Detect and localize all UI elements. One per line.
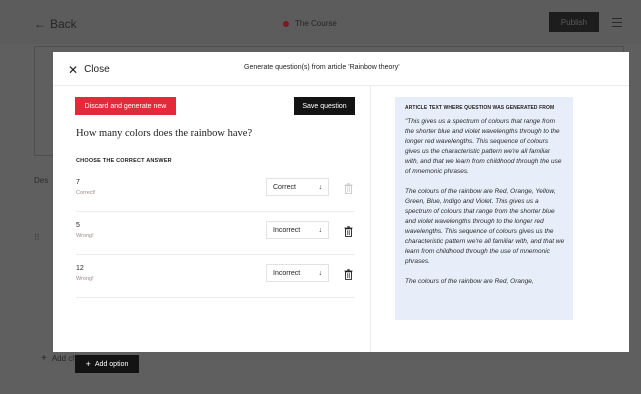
answer-status-value: Incorrect [273, 226, 301, 234]
answer-status-value: Correct [273, 183, 296, 191]
arrow-down-icon: ↓ [318, 183, 323, 191]
back-label: Back [50, 17, 77, 31]
description-label: Des [34, 176, 49, 185]
answer-status-select[interactable]: Incorrect ↓ [266, 264, 329, 282]
column-divider [370, 86, 371, 352]
plus-icon: + [41, 353, 47, 364]
article-paragraph: The colours of the rainbow are Red, Oran… [405, 278, 534, 285]
choose-answer-label: CHOOSE THE CORRECT ANSWER [76, 158, 172, 164]
answer-feedback[interactable]: Wrong! [76, 233, 94, 239]
answer-row: 12 Wrong! Incorrect ↓ [76, 255, 355, 298]
modal-header: ✕ Close Generate question(s) from articl… [53, 52, 629, 86]
discard-and-generate-button[interactable]: Discard and generate new [75, 97, 176, 115]
arrow-left-icon: ← [34, 17, 46, 31]
close-button[interactable]: ✕ Close [68, 62, 110, 77]
trash-icon[interactable] [344, 267, 353, 280]
drag-handle-icon[interactable]: ⠿ [34, 233, 40, 242]
answer-feedback[interactable]: Wrong! [76, 276, 94, 282]
answer-status-select[interactable]: Incorrect ↓ [266, 221, 329, 239]
generate-question-modal: ✕ Close Generate question(s) from articl… [53, 52, 629, 373]
article-paragraph: The colours of the rainbow are Red, Oran… [405, 188, 565, 265]
answer-status-select[interactable]: Correct ↓ [266, 178, 329, 196]
answer-row: 7 Correct! Correct ↓ [76, 169, 355, 212]
close-icon: ✕ [68, 62, 79, 77]
answer-status-value: Incorrect [273, 269, 301, 277]
question-text[interactable]: How many colors does the rainbow have? [76, 128, 252, 139]
trash-icon[interactable] [344, 224, 353, 237]
answer-feedback[interactable]: Correct! [76, 190, 96, 196]
close-label: Close [84, 64, 110, 75]
save-question-button[interactable]: Save question [294, 97, 355, 115]
course-title: The Course [283, 19, 337, 28]
course-title-text: The Course [295, 19, 337, 28]
article-source-label: ARTICLE TEXT WHERE QUESTION WAS GENERATE… [405, 105, 555, 111]
answer-value[interactable]: 5 [76, 222, 80, 229]
status-dot-icon [283, 20, 289, 27]
add-option-label: Add option [94, 360, 129, 368]
arrow-down-icon: ↓ [318, 269, 323, 277]
answer-value[interactable]: 12 [76, 265, 84, 272]
publish-button[interactable]: Publish [549, 12, 599, 32]
back-button[interactable]: ← Back [34, 17, 77, 31]
trash-icon [344, 181, 353, 194]
modal-title: Generate question(s) from article 'Rainb… [244, 64, 400, 71]
article-source-panel[interactable]: ARTICLE TEXT WHERE QUESTION WAS GENERATE… [395, 97, 573, 320]
add-option-button[interactable]: + Add option [75, 355, 139, 373]
answer-row: 5 Wrong! Incorrect ↓ [76, 212, 355, 255]
article-paragraph: "This gives us a spectrum of colours tha… [405, 118, 562, 175]
plus-icon: + [85, 359, 91, 369]
answer-value[interactable]: 7 [76, 179, 80, 186]
settings-sliders-icon[interactable] [612, 18, 622, 27]
arrow-down-icon: ↓ [318, 226, 323, 234]
